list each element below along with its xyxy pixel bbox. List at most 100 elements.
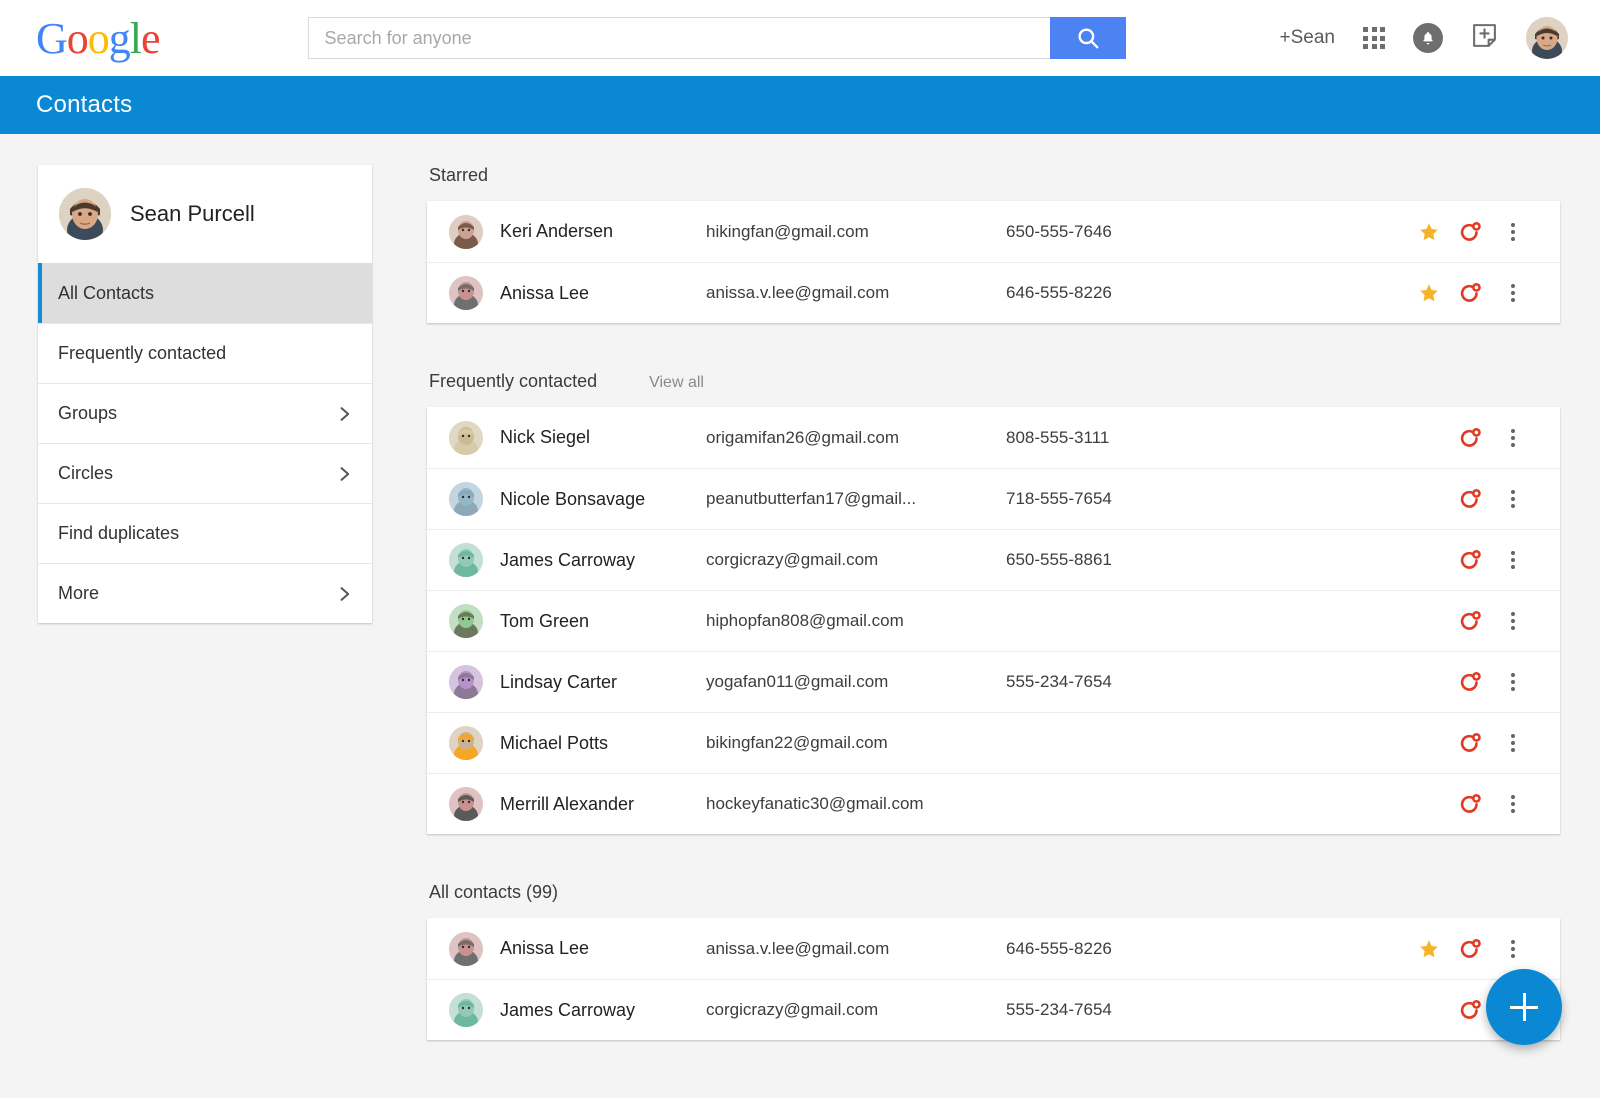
google-logo[interactable]: Google (36, 15, 160, 61)
more-vertical-icon[interactable] (1492, 417, 1534, 459)
contact-phone: 646-555-8226 (1006, 939, 1236, 959)
contact-avatar (449, 726, 483, 760)
contact-row-actions (1408, 272, 1534, 314)
contact-row[interactable]: Anissa Leeanissa.v.lee@gmail.com646-555-… (427, 262, 1560, 323)
contact-avatar (449, 993, 483, 1027)
more-vertical-icon[interactable] (1492, 722, 1534, 764)
notifications-button[interactable] (1413, 23, 1443, 53)
contact-email: bikingfan22@gmail.com (706, 733, 1006, 753)
contact-row-actions (1408, 600, 1534, 642)
search-icon (1075, 25, 1101, 51)
sidebar-item-label: More (58, 583, 334, 604)
search-button[interactable] (1050, 17, 1126, 59)
contact-avatar (449, 215, 483, 249)
contact-name: James Carroway (500, 1000, 706, 1021)
contact-row-actions (1408, 928, 1534, 970)
sidebar-item-all-contacts[interactable]: All Contacts (38, 263, 372, 323)
view-all-link[interactable]: View all (649, 374, 704, 392)
google-plus-circle-icon[interactable] (1450, 272, 1492, 314)
plus-profile-link[interactable]: +Sean (1280, 27, 1335, 49)
sidebar-avatar (59, 188, 111, 240)
sidebar-item-label: Groups (58, 403, 334, 424)
more-vertical-icon[interactable] (1492, 272, 1534, 314)
sidebar-item-frequently-contacted[interactable]: Frequently contacted (38, 323, 372, 383)
google-plus-circle-icon[interactable] (1450, 539, 1492, 581)
more-vertical-icon[interactable] (1492, 661, 1534, 703)
contact-avatar (449, 482, 483, 516)
contact-row-actions (1408, 478, 1534, 520)
sidebar-item-groups[interactable]: Groups (38, 383, 372, 443)
sidebar-item-circles[interactable]: Circles (38, 443, 372, 503)
contact-email: hikingfan@gmail.com (706, 222, 1006, 242)
contact-row[interactable]: James Carrowaycorgicrazy@gmail.com555-23… (427, 979, 1560, 1040)
contact-avatar (449, 421, 483, 455)
contact-row[interactable]: Keri Andersenhikingfan@gmail.com650-555-… (427, 201, 1560, 262)
contact-name: Nicole Bonsavage (500, 489, 706, 510)
share-post-button[interactable] (1471, 22, 1498, 54)
more-vertical-icon[interactable] (1492, 783, 1534, 825)
contact-name: Lindsay Carter (500, 672, 706, 693)
add-contact-fab[interactable] (1486, 969, 1562, 1045)
google-plus-circle-icon[interactable] (1450, 600, 1492, 642)
contact-email: corgicrazy@gmail.com (706, 550, 1006, 570)
section-title: Frequently contacted (429, 371, 597, 392)
account-avatar[interactable] (1526, 17, 1568, 59)
search-input[interactable] (308, 17, 1050, 59)
sidebar-profile[interactable]: Sean Purcell (38, 165, 372, 263)
contact-row[interactable]: Lindsay Carteryogafan011@gmail.com555-23… (427, 651, 1560, 712)
chevron-right-icon (334, 584, 354, 604)
contact-phone: 555-234-7654 (1006, 672, 1236, 692)
google-plus-circle-icon[interactable] (1450, 661, 1492, 703)
contact-row-actions (1408, 211, 1534, 253)
google-plus-circle-icon[interactable] (1450, 783, 1492, 825)
contact-row[interactable]: James Carrowaycorgicrazy@gmail.com650-55… (427, 529, 1560, 590)
contact-phone: 650-555-7646 (1006, 222, 1236, 242)
contact-email: corgicrazy@gmail.com (706, 1000, 1006, 1020)
section-title: Starred (429, 165, 488, 186)
contact-name: Anissa Lee (500, 938, 706, 959)
share-post-icon (1471, 22, 1498, 54)
user-avatar (1526, 17, 1568, 59)
star-icon[interactable] (1408, 272, 1450, 314)
more-vertical-icon[interactable] (1492, 539, 1534, 581)
contacts-main: Starred Keri Andersenhikingfan@gmail.com… (372, 165, 1600, 1088)
contacts-section: Starred Keri Andersenhikingfan@gmail.com… (427, 165, 1560, 323)
star-icon[interactable] (1408, 211, 1450, 253)
contact-row[interactable]: Merrill Alexanderhockeyfanatic30@gmail.c… (427, 773, 1560, 834)
contact-row[interactable]: Tom Greenhiphopfan808@gmail.com (427, 590, 1560, 651)
contact-row[interactable]: Nicole Bonsavagepeanutbutterfan17@gmail.… (427, 468, 1560, 529)
contact-name: Nick Siegel (500, 427, 706, 448)
contact-row-actions (1408, 722, 1534, 764)
contact-row-actions (1408, 783, 1534, 825)
contact-row[interactable]: Nick Siegelorigamifan26@gmail.com808-555… (427, 407, 1560, 468)
google-plus-circle-icon[interactable] (1450, 211, 1492, 253)
google-plus-circle-icon[interactable] (1450, 928, 1492, 970)
sidebar-item-more[interactable]: More (38, 563, 372, 623)
contact-row[interactable]: Michael Pottsbikingfan22@gmail.com (427, 712, 1560, 773)
sidebar-item-label: Circles (58, 463, 334, 484)
contact-avatar (449, 932, 483, 966)
search-bar (308, 17, 1126, 59)
more-vertical-icon[interactable] (1492, 600, 1534, 642)
more-vertical-icon[interactable] (1492, 928, 1534, 970)
section-title: All contacts (99) (429, 882, 558, 903)
contacts-card: Keri Andersenhikingfan@gmail.com650-555-… (427, 201, 1560, 323)
chevron-right-icon (334, 404, 354, 424)
app-bar: Contacts (0, 76, 1600, 134)
google-plus-circle-icon[interactable] (1450, 417, 1492, 459)
google-plus-circle-icon[interactable] (1450, 478, 1492, 520)
contact-row-actions (1408, 417, 1534, 459)
contact-name: James Carroway (500, 550, 706, 571)
contact-row[interactable]: Anissa Leeanissa.v.lee@gmail.com646-555-… (427, 918, 1560, 979)
google-plus-circle-icon[interactable] (1450, 722, 1492, 764)
contact-avatar (449, 604, 483, 638)
contacts-card: Nick Siegelorigamifan26@gmail.com808-555… (427, 407, 1560, 834)
star-icon[interactable] (1408, 928, 1450, 970)
more-vertical-icon[interactable] (1492, 211, 1534, 253)
more-vertical-icon[interactable] (1492, 478, 1534, 520)
sidebar-item-find-duplicates[interactable]: Find duplicates (38, 503, 372, 563)
page-title: Contacts (36, 91, 132, 119)
contact-email: origamifan26@gmail.com (706, 428, 1006, 448)
sidebar-item-label: All Contacts (58, 283, 354, 304)
apps-launcher-button[interactable] (1363, 27, 1385, 49)
